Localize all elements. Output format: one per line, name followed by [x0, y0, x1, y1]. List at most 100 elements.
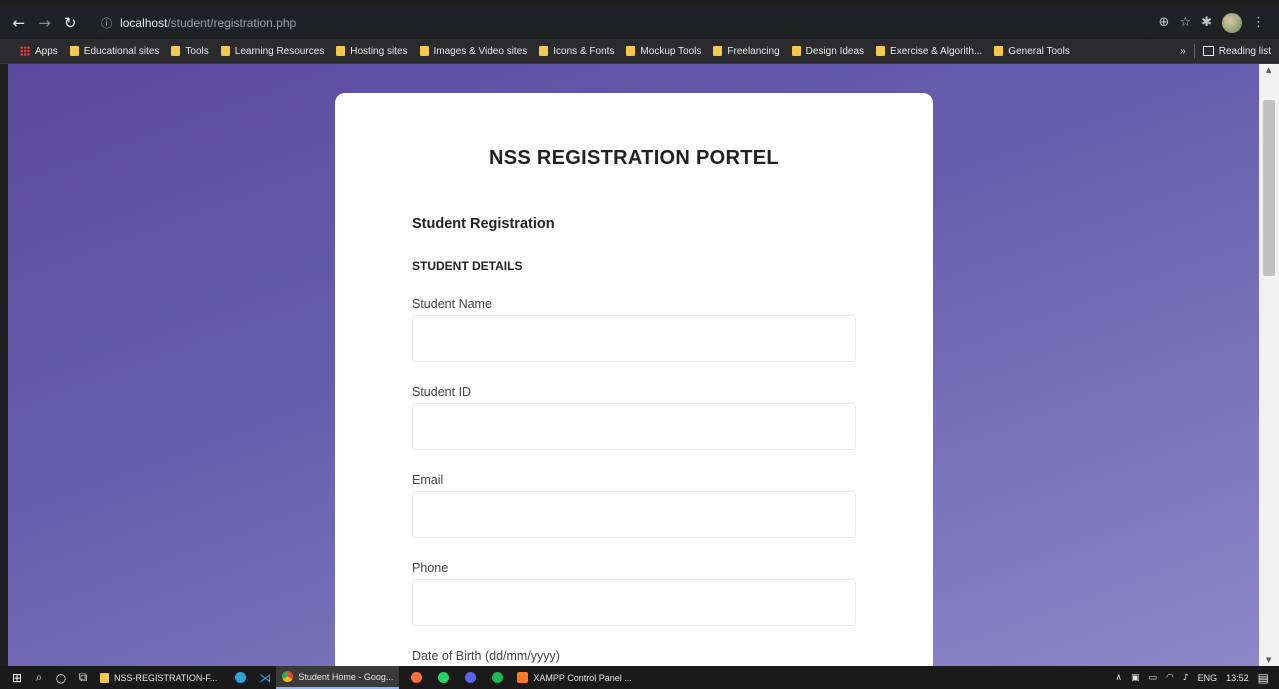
subsection-title: STUDENT DETAILS: [412, 259, 523, 273]
chevron-up-icon[interactable]: ∧: [1115, 673, 1122, 683]
discord-icon[interactable]: [465, 672, 477, 683]
address-bar[interactable]: ⓘ localhost /student/registration.php: [91, 9, 1159, 36]
folder-icon: [171, 46, 181, 56]
clock[interactable]: 13:52: [1226, 673, 1249, 683]
scroll-down-arrow-icon[interactable]: ▼: [1266, 656, 1271, 664]
bookmark-folder[interactable]: Freelancing: [713, 45, 780, 57]
battery-icon[interactable]: ▭: [1148, 673, 1157, 683]
extensions-puzzle-icon[interactable]: ✱: [1201, 15, 1212, 30]
firefox-icon[interactable]: [411, 672, 423, 683]
system-tray: ∧ ▣ ▭ ◠ ♪ ENG 13:52 ▤: [1115, 671, 1279, 685]
folder-icon: [791, 46, 801, 56]
bookmark-label: Icons & Fonts: [553, 45, 615, 57]
bookmark-label: Freelancing: [727, 45, 780, 57]
windows-taskbar: ⊞ ⌕ ○ ⧉ NSS-REGISTRATION-F... ⋊ Student …: [0, 666, 1279, 689]
bookmark-star-icon[interactable]: ☆: [1179, 15, 1191, 30]
scroll-up-arrow-icon[interactable]: ▲: [1266, 66, 1271, 74]
taskbar-app-explorer[interactable]: NSS-REGISTRATION-F...: [94, 666, 223, 689]
bookmark-folder[interactable]: Tools: [171, 45, 209, 57]
taskbar-app-chrome[interactable]: Student Home - Goog...: [276, 666, 400, 689]
reload-icon[interactable]: ↻: [57, 14, 83, 32]
page-background: NSS REGISTRATION PORTEL Student Registra…: [8, 64, 1259, 666]
taskbar-app-xampp[interactable]: XAMPP Control Panel ...: [511, 666, 637, 689]
page-scrollbar[interactable]: ▲ ▼: [1259, 64, 1279, 666]
folder-icon: [539, 46, 549, 56]
reading-list-button[interactable]: Reading list: [1219, 46, 1271, 57]
bookmark-label: Learning Resources: [234, 45, 325, 57]
taskbar-app-label: NSS-REGISTRATION-F...: [114, 672, 218, 683]
email-input[interactable]: [412, 491, 856, 538]
folder-icon: [419, 46, 429, 56]
scroll-thumb[interactable]: [1263, 100, 1275, 276]
search-icon[interactable]: ⌕: [28, 670, 50, 685]
volume-icon[interactable]: ♪: [1183, 673, 1189, 683]
back-arrow-icon[interactable]: ←: [6, 14, 32, 32]
whatsapp-icon[interactable]: [438, 672, 450, 683]
student-id-label: Student ID: [412, 385, 472, 399]
student-name-input[interactable]: [412, 315, 856, 362]
dob-label: Date of Birth (dd/mm/yyyy): [412, 649, 560, 663]
folder-icon: [994, 46, 1004, 56]
url-host: localhost: [120, 15, 168, 30]
phone-label: Phone: [412, 561, 449, 575]
bookmark-label: General Tools: [1008, 45, 1070, 57]
section-title: Student Registration: [412, 216, 555, 232]
device-icon[interactable]: ▣: [1131, 673, 1140, 683]
bookmark-folder[interactable]: Exercise & Algorith...: [876, 46, 982, 57]
folder-icon: [336, 46, 346, 56]
bookmark-label: Tools: [185, 45, 209, 57]
taskbar-app-label: XAMPP Control Panel ...: [533, 672, 632, 683]
bookmark-folder[interactable]: Images & Video sites: [419, 45, 528, 57]
reading-list-icon: [1202, 46, 1214, 56]
menu-kebab-icon[interactable]: ⋮: [1252, 15, 1265, 30]
apps-grid-icon: [20, 46, 30, 56]
folder-icon: [69, 46, 79, 56]
bookmark-folder[interactable]: Icons & Fonts: [539, 46, 614, 57]
forward-arrow-icon[interactable]: →: [32, 14, 58, 32]
task-view-icon[interactable]: ⧉: [72, 670, 94, 685]
folder-icon: [876, 46, 886, 56]
folder-icon: [626, 46, 636, 56]
wifi-icon[interactable]: ◠: [1166, 673, 1174, 683]
xampp-icon: [517, 672, 529, 683]
bookmark-label: Images & Video sites: [433, 45, 528, 57]
bookmark-label: Educational sites: [83, 45, 160, 57]
student-id-input[interactable]: [412, 403, 856, 450]
browser-toolbar: ← → ↻ ⓘ localhost /student/registration.…: [0, 6, 1279, 39]
language-indicator[interactable]: ENG: [1198, 673, 1218, 683]
cortana-icon[interactable]: ○: [50, 671, 72, 685]
bookmark-folder[interactable]: General Tools: [994, 46, 1070, 57]
bookmark-label: Hosting sites: [350, 45, 408, 57]
student-name-label: Student Name: [412, 297, 492, 311]
email-label: Email: [412, 473, 444, 487]
edge-icon[interactable]: [235, 672, 247, 683]
folder-icon: [220, 46, 230, 56]
bookmark-label: Design Ideas: [805, 45, 865, 57]
profile-avatar[interactable]: [1222, 12, 1242, 33]
chrome-icon: [282, 671, 294, 682]
zoom-icon[interactable]: ⊕: [1159, 15, 1170, 30]
bookmark-folder[interactable]: Hosting sites: [336, 45, 408, 57]
bookmarks-bar: Apps Educational sites Tools Learning Re…: [0, 39, 1279, 64]
windows-start-icon[interactable]: ⊞: [6, 671, 28, 685]
bookmark-folder[interactable]: Learning Resources: [220, 45, 325, 57]
notification-icon[interactable]: ▤: [1258, 671, 1269, 685]
info-icon[interactable]: ⓘ: [101, 15, 112, 31]
folder-icon: [713, 46, 723, 56]
bookmark-folder[interactable]: Educational sites: [69, 45, 160, 57]
more-bookmarks-button[interactable]: »: [1180, 46, 1186, 57]
page-title: NSS REGISTRATION PORTEL: [489, 147, 779, 169]
bookmark-folder[interactable]: Mockup Tools: [626, 46, 701, 57]
registration-card: NSS REGISTRATION PORTEL Student Registra…: [335, 93, 933, 666]
spotify-icon[interactable]: [492, 672, 504, 683]
taskbar-app-label: Student Home - Goog...: [298, 671, 394, 682]
bookmark-label: Exercise & Algorith...: [890, 45, 983, 57]
url-path: /student/registration.php: [167, 15, 297, 30]
divider: [1193, 44, 1195, 58]
bookmark-apps[interactable]: Apps: [20, 46, 58, 57]
vscode-icon[interactable]: ⋊: [254, 671, 276, 685]
bookmark-label: Mockup Tools: [640, 45, 702, 57]
bookmark-folder[interactable]: Design Ideas: [791, 45, 865, 57]
phone-input[interactable]: [412, 579, 856, 626]
bookmark-label: Apps: [35, 45, 58, 57]
